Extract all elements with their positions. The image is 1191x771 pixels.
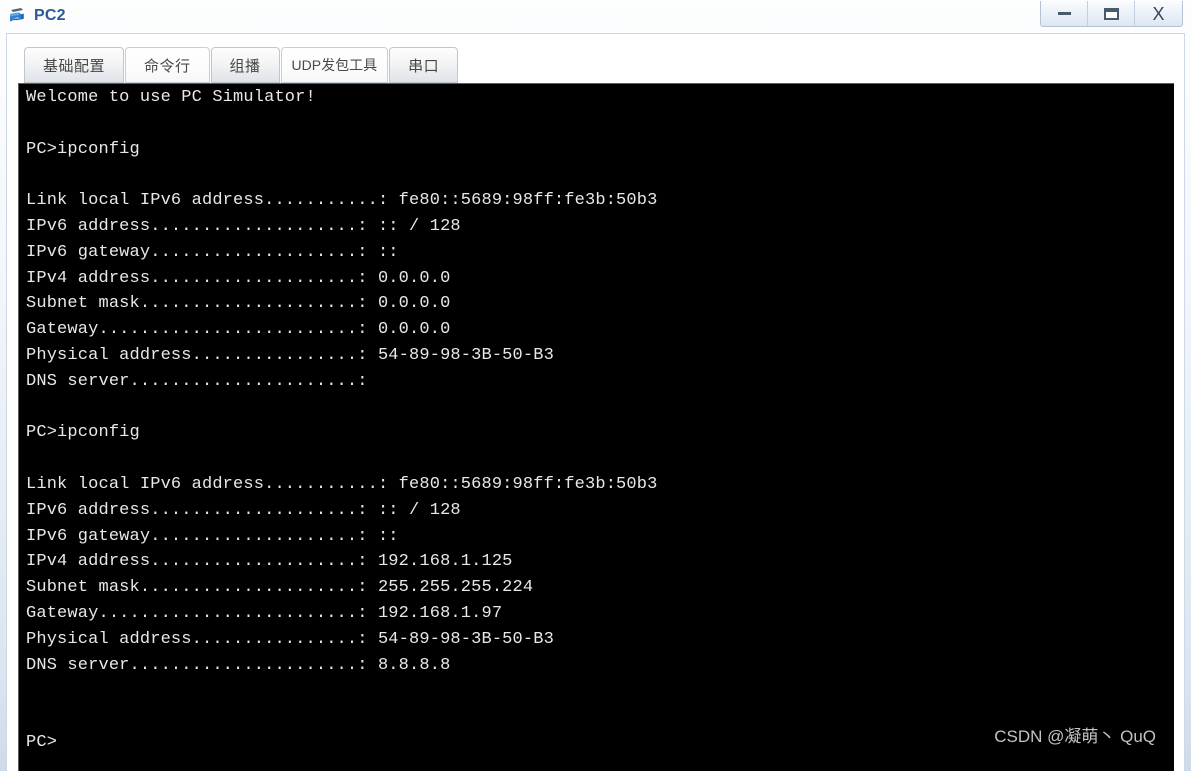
terminal-line: IPv4 address....................: 192.16… (26, 552, 513, 572)
tab-basic-config[interactable]: 基础配置 (24, 47, 125, 83)
terminal-line: DNS server......................: (26, 371, 368, 391)
terminal-line: IPv6 address....................: :: / 1… (26, 500, 461, 520)
title-bar: PC2 X (0, 0, 1191, 32)
minimize-icon (1057, 12, 1071, 15)
terminal-line: IPv4 address....................: 0.0.0.… (26, 268, 451, 288)
terminal-output: Welcome to use PC Simulator! PC>ipconfig L… (26, 85, 1166, 756)
terminal-line: DNS server......................: 8.8.8.… (26, 655, 451, 675)
terminal-line: Subnet mask.....................: 255.25… (26, 578, 534, 598)
pc2-window: PC2 X 基础配置 命令行 组播 UDP发包工具 串口 Welcome to … (0, 0, 1191, 771)
terminal-line: IPv6 address....................: :: / 1… (26, 216, 461, 236)
tab-label: 串口 (408, 57, 440, 75)
tab-command-line[interactable]: 命令行 (125, 47, 210, 83)
terminal-line: Physical address................: 54-89-… (26, 345, 554, 365)
pc-device-icon (8, 6, 28, 26)
terminal-line: Subnet mask.....................: 0.0.0.… (26, 294, 451, 314)
close-icon: X (1152, 3, 1165, 24)
terminal-line: Physical address................: 54-89-… (26, 629, 554, 649)
window-title: PC2 (34, 7, 66, 24)
maximize-button[interactable] (1088, 1, 1135, 26)
tab-label: 组播 (229, 57, 261, 75)
window-controls: X (1040, 1, 1183, 27)
tab-bar: 基础配置 命令行 组播 UDP发包工具 串口 (7, 34, 1184, 84)
terminal-line: Link local IPv6 address...........: fe80… (26, 474, 658, 494)
tab-multicast[interactable]: 组播 (210, 47, 280, 83)
maximize-icon (1103, 7, 1119, 20)
terminal-line: IPv6 gateway....................: :: (26, 526, 399, 546)
terminal-line: Gateway.........................: 192.16… (26, 603, 503, 623)
command-line-terminal[interactable]: Welcome to use PC Simulator! PC>ipconfig L… (18, 83, 1174, 771)
tab-udp-tool[interactable]: UDP发包工具 (280, 47, 389, 83)
terminal-line: PC>ipconfig (26, 423, 140, 443)
terminal-line: IPv6 gateway....................: :: (26, 242, 399, 262)
tab-label: 基础配置 (43, 57, 106, 75)
terminal-line: Link local IPv6 address...........: fe80… (26, 191, 658, 211)
tab-label: UDP发包工具 (291, 57, 378, 73)
terminal-line: PC>ipconfig (26, 139, 140, 159)
client-area: 基础配置 命令行 组播 UDP发包工具 串口 Welcome to use PC… (6, 33, 1185, 771)
minimize-button[interactable] (1041, 1, 1088, 26)
tab-serial-port[interactable]: 串口 (389, 47, 459, 83)
watermark: CSDN @凝萌丶 QuQ (994, 727, 1156, 746)
terminal-line: Welcome to use PC Simulator! (26, 88, 316, 107)
terminal-line: Gateway.........................: 0.0.0.… (26, 320, 451, 340)
tab-label: 命令行 (144, 57, 191, 75)
close-button[interactable]: X (1135, 1, 1182, 26)
